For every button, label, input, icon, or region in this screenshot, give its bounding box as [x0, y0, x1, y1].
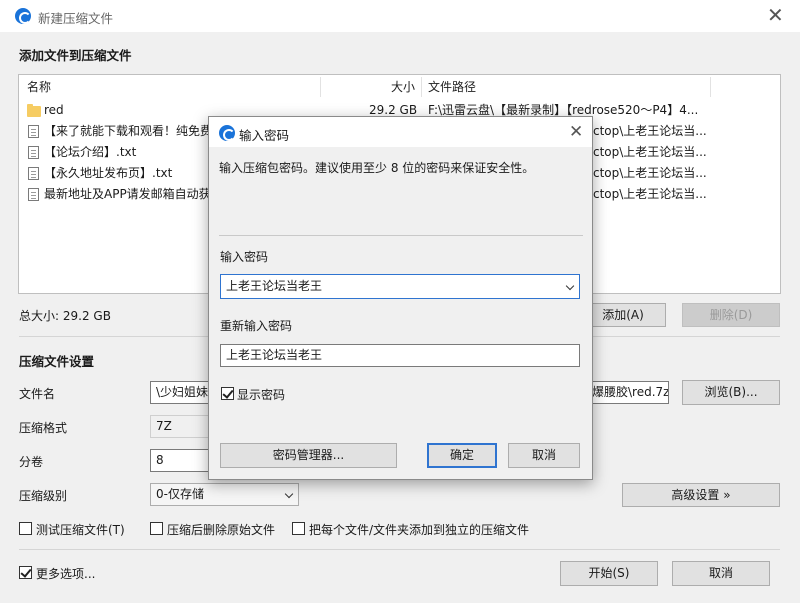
format-select[interactable]: 7Z: [150, 415, 210, 438]
column-divider[interactable]: [421, 77, 422, 97]
title-bar: 新建压缩文件 ✕: [0, 0, 800, 32]
level-select-value: 0-仅存储: [156, 487, 204, 501]
filename-field-right[interactable]: 爆腰胶\red.7z: [586, 381, 669, 404]
password-input[interactable]: 上老王论坛当老王: [220, 274, 580, 299]
text-file-icon: [28, 146, 39, 159]
column-divider[interactable]: [710, 77, 711, 97]
format-label: 压缩格式: [19, 421, 68, 435]
password-manager-button[interactable]: 密码管理器...: [220, 443, 397, 468]
volume-label: 分卷: [19, 455, 44, 469]
advanced-settings-button[interactable]: 高级设置 »: [622, 483, 780, 507]
chevron-down-icon[interactable]: [565, 281, 575, 291]
show-password-checkbox[interactable]: [221, 387, 234, 400]
dialog-title: 输入密码: [239, 128, 290, 143]
start-button[interactable]: 开始(S): [560, 561, 658, 586]
more-options-label[interactable]: 更多选项...: [36, 565, 95, 582]
row-path: ctop\上老王论坛当...: [593, 187, 707, 201]
settings-title: 压缩文件设置: [19, 354, 95, 369]
confirm-password-label: 重新输入密码: [220, 319, 293, 333]
more-options-checkbox[interactable]: [19, 566, 32, 579]
volume-input[interactable]: 8: [150, 449, 210, 472]
divider: [219, 235, 583, 236]
delete-button[interactable]: 删除(D): [682, 303, 780, 327]
dialog-title-bar: 输入密码 ✕: [209, 117, 592, 147]
divider: [19, 549, 780, 550]
test-archive-checkbox[interactable]: [19, 522, 32, 535]
row-path: ctop\上老王论坛当...: [593, 145, 707, 159]
column-divider[interactable]: [320, 77, 321, 97]
browse-button[interactable]: 浏览(B)...: [682, 380, 780, 405]
confirm-password-input[interactable]: 上老王论坛当老王: [220, 344, 580, 367]
row-name: 【论坛介绍】.txt: [44, 145, 137, 159]
close-icon[interactable]: ✕: [569, 122, 583, 142]
column-header-size[interactable]: 大小: [391, 75, 415, 99]
column-header-name[interactable]: 名称: [27, 75, 51, 99]
row-path: ctop\上老王论坛当...: [593, 124, 707, 138]
row-name: 【永久地址发布页】.txt: [44, 166, 173, 180]
row-path: ctop\上老王论坛当...: [593, 166, 707, 180]
row-name: 最新地址及APP请发邮箱自动获: [44, 187, 211, 201]
password-label: 输入密码: [220, 250, 269, 264]
cancel-button[interactable]: 取消: [672, 561, 770, 586]
add-files-title: 添加文件到压缩文件: [19, 48, 132, 63]
text-file-icon: [28, 125, 39, 138]
text-file-icon: [28, 188, 39, 201]
separate-archives-label[interactable]: 把每个文件/文件夹添加到独立的压缩文件: [309, 521, 529, 538]
level-select[interactable]: 0-仅存储: [150, 483, 299, 506]
level-label: 压缩级别: [19, 489, 68, 503]
dialog-cancel-button[interactable]: 取消: [508, 443, 580, 468]
delete-after-label[interactable]: 压缩后删除原始文件: [167, 521, 275, 538]
window-title: 新建压缩文件: [38, 11, 114, 26]
close-icon[interactable]: ✕: [767, 5, 784, 25]
total-size: 总大小: 29.2 GB: [19, 309, 111, 323]
show-password-label[interactable]: 显示密码: [237, 386, 285, 403]
folder-icon: [27, 104, 41, 117]
text-file-icon: [28, 167, 39, 180]
dialog-description: 输入压缩包密码。建议使用至少 8 位的密码来保证安全性。: [219, 161, 535, 175]
app-logo-icon: [15, 8, 31, 24]
password-value: 上老王论坛当老王: [226, 279, 323, 293]
filename-label: 文件名: [19, 387, 56, 401]
password-dialog: 输入密码 ✕ 输入压缩包密码。建议使用至少 8 位的密码来保证安全性。 输入密码…: [208, 116, 593, 480]
delete-after-checkbox[interactable]: [150, 522, 163, 535]
chevron-down-icon: [284, 489, 294, 499]
row-name: 【来了就能下载和观看！纯免费: [44, 124, 213, 138]
test-archive-label[interactable]: 测试压缩文件(T): [36, 521, 125, 538]
separate-archives-checkbox[interactable]: [292, 522, 305, 535]
row-name: red: [44, 103, 64, 117]
column-header-path[interactable]: 文件路径: [428, 75, 476, 99]
ok-button[interactable]: 确定: [427, 443, 497, 468]
app-logo-icon: [219, 125, 235, 141]
